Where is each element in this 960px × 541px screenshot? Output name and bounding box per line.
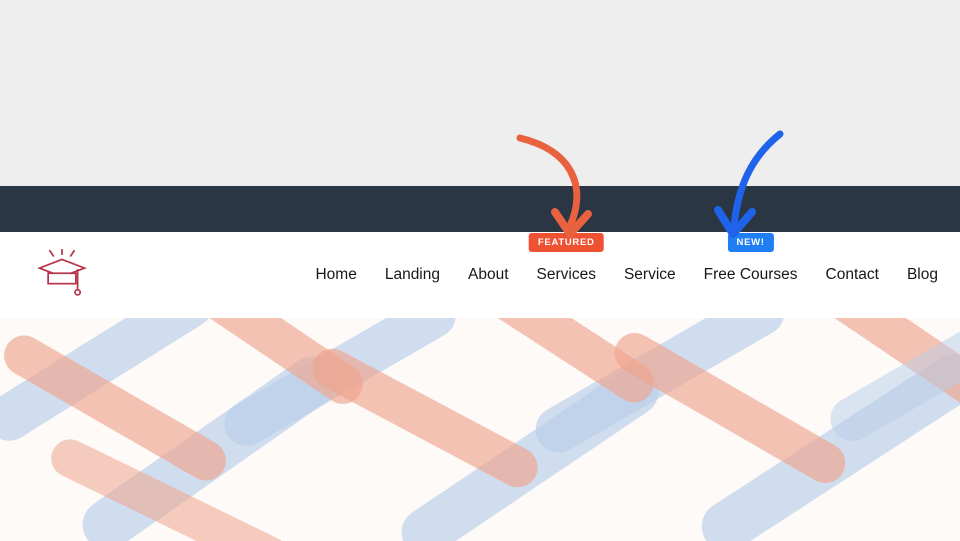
- nav-label: About: [468, 266, 509, 283]
- main-navigation-bar: Home Landing About FEATURED Services Ser…: [0, 232, 960, 318]
- nav-label: Services: [537, 266, 596, 283]
- annotation-arrow-blue-icon: [700, 128, 800, 250]
- nav-label: Landing: [385, 266, 440, 283]
- nav-item-free-courses[interactable]: NEW! Free Courses: [704, 266, 798, 284]
- nav-label: Home: [315, 266, 356, 283]
- nav-item-about[interactable]: About: [468, 266, 509, 284]
- nav-item-services[interactable]: FEATURED Services: [537, 266, 596, 284]
- page-top-blank: [0, 0, 960, 186]
- nav-item-blog[interactable]: Blog: [907, 266, 938, 284]
- nav-label: Free Courses: [704, 266, 798, 283]
- nav-item-home[interactable]: Home: [315, 266, 356, 284]
- nav-label: Service: [624, 266, 676, 283]
- nav-item-service[interactable]: Service: [624, 266, 676, 284]
- nav-item-landing[interactable]: Landing: [385, 266, 440, 284]
- primary-menu: Home Landing About FEATURED Services Ser…: [315, 232, 938, 318]
- nav-label: Contact: [826, 266, 879, 283]
- top-dark-bar: [0, 186, 960, 232]
- hero-painterly-background: [0, 318, 960, 541]
- annotation-arrow-red-icon: [500, 130, 610, 250]
- nav-item-contact[interactable]: Contact: [826, 266, 879, 284]
- nav-label: Blog: [907, 266, 938, 283]
- site-logo-graduation-cap-icon[interactable]: [36, 249, 88, 301]
